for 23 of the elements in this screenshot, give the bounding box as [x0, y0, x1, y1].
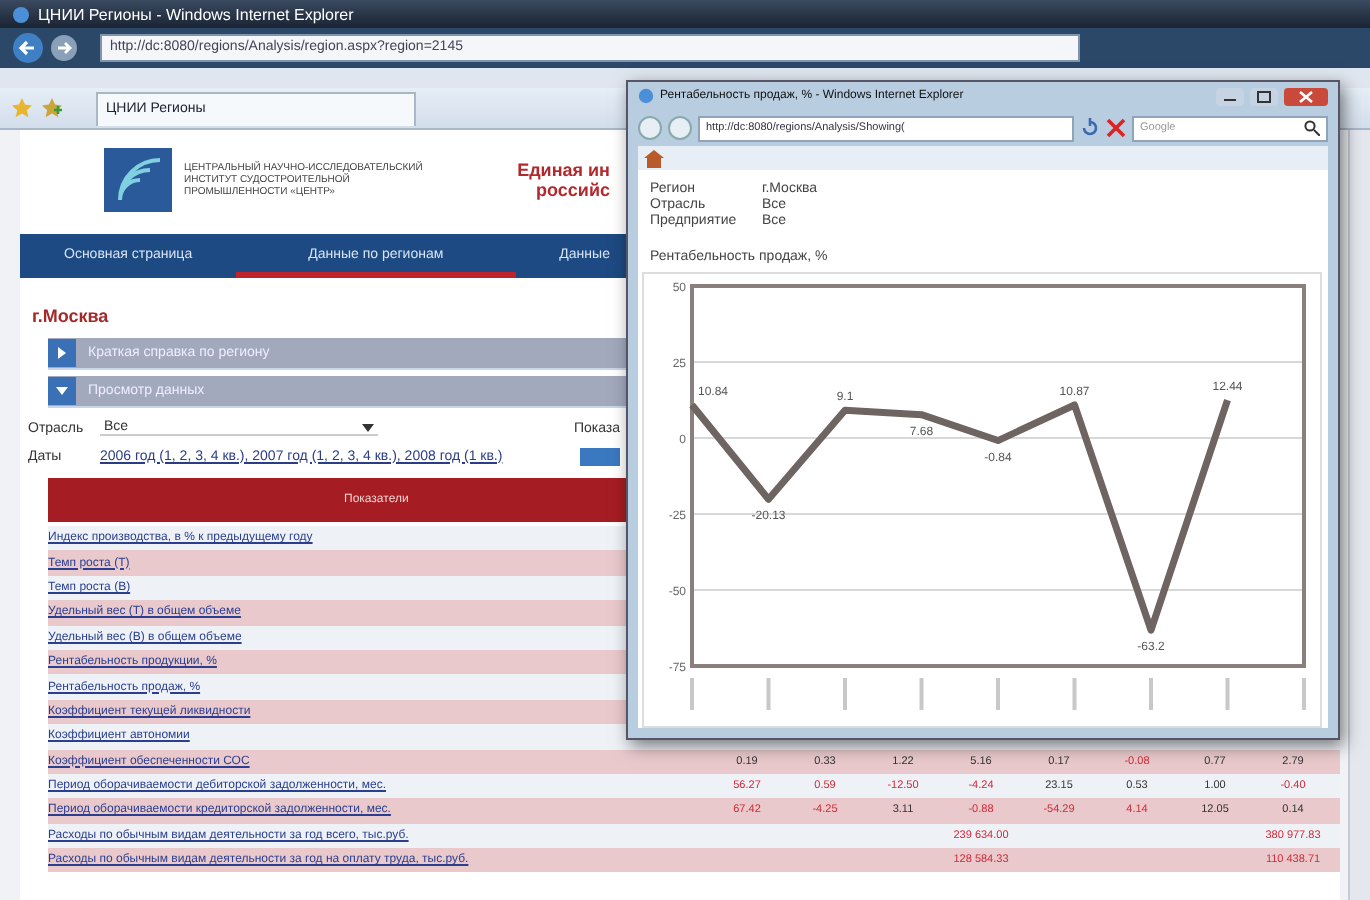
- window-title: ЦНИИ Регионы - Windows Internet Explorer: [38, 5, 354, 23]
- close-icon[interactable]: [1284, 87, 1328, 105]
- add-favorite-icon[interactable]: [42, 98, 62, 118]
- home-icon[interactable]: [644, 149, 664, 167]
- search-icon: [1304, 120, 1320, 136]
- scrollbar[interactable]: [1348, 130, 1370, 900]
- forward-icon[interactable]: [50, 34, 78, 62]
- expand-icon[interactable]: [48, 338, 76, 368]
- back-icon[interactable]: [12, 32, 44, 64]
- stop-icon[interactable]: [1106, 118, 1126, 138]
- maximize-icon[interactable]: [1250, 87, 1278, 105]
- refresh-icon[interactable]: [1080, 118, 1100, 138]
- site-heading: российс: [534, 180, 610, 200]
- browser-icon: [12, 5, 30, 23]
- dropdown-arrow-icon: [362, 423, 374, 431]
- star-icon[interactable]: [12, 98, 32, 118]
- site-heading: Единая ин: [515, 160, 610, 180]
- minimize-icon[interactable]: [1216, 87, 1244, 105]
- region-title: г.Москва: [32, 306, 109, 326]
- apply-button[interactable]: [580, 447, 620, 465]
- logo-icon: [104, 148, 172, 212]
- collapse-icon[interactable]: [48, 376, 76, 406]
- browser-icon: [638, 88, 654, 104]
